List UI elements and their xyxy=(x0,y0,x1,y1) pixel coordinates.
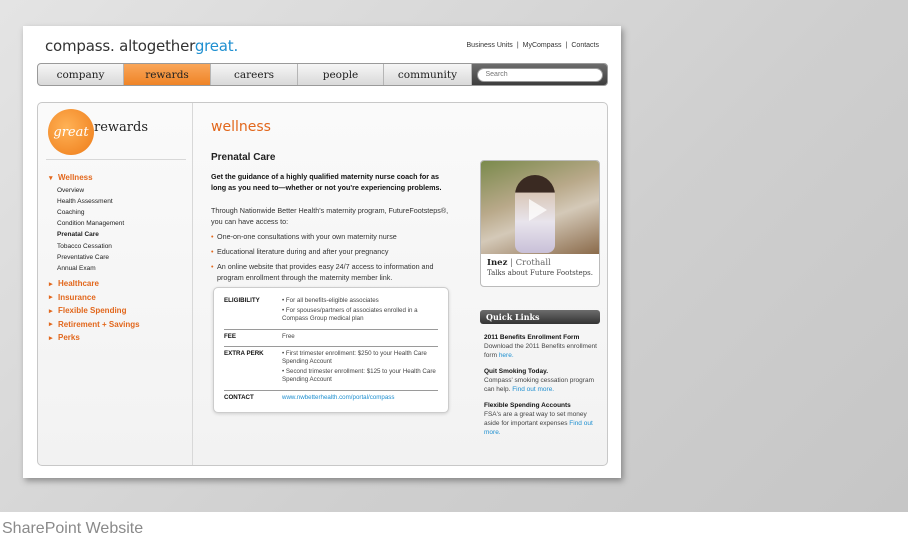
sidebar-divider xyxy=(46,159,186,160)
contact-link[interactable]: www.nwbetterhealth.com/portal/compass xyxy=(282,394,438,402)
table-row: EXTRA PERK • First trimester enrollment:… xyxy=(224,347,438,391)
business-units-link[interactable]: Business Units xyxy=(467,42,513,49)
list-item: Quit Smoking Today. Compass' smoking ces… xyxy=(484,367,604,394)
website-page: compass. altogethergreat. Business Units… xyxy=(23,26,621,478)
great-badge-icon: great xyxy=(48,109,94,155)
row-value: • For spouses/partners of associates enr… xyxy=(282,307,418,323)
sidebar-item-flexible-spending[interactable]: ▸ Flexible Spending xyxy=(49,304,140,318)
sidebar-item-healthcare[interactable]: ▸ Healthcare xyxy=(49,277,140,291)
video-name: Inez xyxy=(487,258,508,268)
sidebar-item-label: Retirement + Savings xyxy=(58,319,140,329)
quick-link-anchor[interactable]: Find out more. xyxy=(512,386,554,393)
sidebar-subitem-preventative-care[interactable]: Preventative Care xyxy=(49,252,140,263)
video-caption: Talks about Future Footsteps. xyxy=(487,269,593,277)
chevron-right-icon: ▸ xyxy=(49,321,53,329)
list-item: One-on-one consultations with your own m… xyxy=(211,232,451,243)
sidebar-item-wellness[interactable]: ▾ Wellness xyxy=(49,171,140,185)
sidebar-subitem-coaching[interactable]: Coaching xyxy=(49,207,140,218)
quick-links-list: 2011 Benefits Enrollment Form Download t… xyxy=(484,333,604,444)
tab-company[interactable]: company xyxy=(38,64,124,85)
sidebar-item-label: Healthcare xyxy=(58,279,99,289)
content-panel: great rewards ▾ Wellness Overview Health … xyxy=(37,102,608,466)
chevron-right-icon: ▸ xyxy=(49,334,53,342)
mycompass-link[interactable]: MyCompass xyxy=(523,42,562,49)
sidebar-item-insurance[interactable]: ▸ Insurance xyxy=(49,291,140,305)
sidebar-item-perks[interactable]: ▸ Perks xyxy=(49,331,140,345)
play-icon[interactable] xyxy=(529,199,547,221)
details-table: ELIGIBILITY • For all benefits-eligible … xyxy=(213,287,449,413)
site-logo[interactable]: compass. altogethergreat. xyxy=(45,37,238,55)
row-value: • Second trimester enrollment: $125 to y… xyxy=(282,368,436,384)
video-org: | Crothall xyxy=(510,258,551,268)
sidebar-subitem-tobacco-cessation[interactable]: Tobacco Cessation xyxy=(49,240,140,251)
list-item: Educational literature during and after … xyxy=(211,247,451,258)
intro-text: Get the guidance of a highly qualified m… xyxy=(211,172,442,192)
table-row: CONTACT www.nwbetterhealth.com/portal/co… xyxy=(224,391,438,407)
section-title: wellness xyxy=(211,119,271,135)
row-value: Free xyxy=(282,332,295,340)
utility-nav: Business Units | MyCompass | Contacts xyxy=(466,42,599,49)
row-value: • First trimester enrollment: $250 to yo… xyxy=(282,349,427,366)
row-label: ELIGIBILITY xyxy=(224,297,260,304)
quick-link-title: 2011 Benefits Enrollment Form xyxy=(484,334,580,341)
tab-rewards[interactable]: rewards xyxy=(124,64,211,85)
page-title: Prenatal Care xyxy=(211,152,276,163)
logo-prefix: compass. altogether xyxy=(45,37,195,55)
sidebar-item-label: Flexible Spending xyxy=(58,306,127,316)
video-thumbnail xyxy=(481,161,599,254)
sidebar-nav: ▾ Wellness Overview Health Assessment Coa… xyxy=(49,171,140,345)
video-card[interactable]: Inez | Crothall Talks about Future Foots… xyxy=(480,160,600,287)
chevron-right-icon: ▸ xyxy=(49,307,53,315)
tab-community[interactable]: community xyxy=(384,64,472,85)
row-label: EXTRA PERK xyxy=(224,349,264,357)
quick-link-anchor[interactable]: here. xyxy=(499,352,514,359)
chevron-right-icon: ▸ xyxy=(49,280,53,288)
logo-accent: great. xyxy=(194,37,239,55)
table-row: ELIGIBILITY • For all benefits-eligible … xyxy=(224,294,438,330)
quick-links-header: Quick Links xyxy=(480,310,600,324)
chevron-right-icon: ▸ xyxy=(49,294,53,302)
benefit-list: One-on-one consultations with your own m… xyxy=(211,232,451,288)
sidebar-subitem-condition-management[interactable]: Condition Management xyxy=(49,218,140,229)
badge-text: great xyxy=(53,124,89,140)
sidebar-item-label: Insurance xyxy=(58,292,96,302)
main-nav: company rewards careers people community xyxy=(37,63,608,86)
sidebar-subitem-overview[interactable]: Overview xyxy=(49,185,140,196)
video-title: Inez | Crothall xyxy=(487,258,551,268)
contacts-link[interactable]: Contacts xyxy=(571,42,599,49)
quick-link-title: Quit Smoking Today. xyxy=(484,368,549,375)
tab-people[interactable]: people xyxy=(298,64,384,85)
tab-careers[interactable]: careers xyxy=(211,64,298,85)
sidebar-item-retirement-savings[interactable]: ▸ Retirement + Savings xyxy=(49,318,140,332)
list-item: Flexible Spending Accounts FSA's are a g… xyxy=(484,401,604,437)
list-item: An online website that provides easy 24/… xyxy=(211,262,451,283)
quick-link-title: Flexible Spending Accounts xyxy=(484,402,571,409)
sidebar-subitem-health-assessment[interactable]: Health Assessment xyxy=(49,196,140,207)
row-label: CONTACT xyxy=(224,393,254,401)
sidebar-subitem-annual-exam[interactable]: Annual Exam xyxy=(49,263,140,274)
row-value: • For all benefits-eligible associates xyxy=(282,297,379,304)
sidebar-item-label: Wellness xyxy=(58,173,93,183)
chevron-down-icon: ▾ xyxy=(49,174,53,182)
sidebar-subitem-prenatal-care[interactable]: Prenatal Care xyxy=(49,229,140,240)
search-input[interactable] xyxy=(476,67,603,82)
search-area xyxy=(472,64,607,85)
sidebar: great rewards ▾ Wellness Overview Health … xyxy=(38,103,193,465)
rewards-brand: rewards xyxy=(94,120,148,135)
list-item: 2011 Benefits Enrollment Form Download t… xyxy=(484,333,604,360)
table-row: FEE Free xyxy=(224,330,438,347)
body-text: Through Nationwide Better Health's mater… xyxy=(211,206,449,226)
image-caption: SharePoint Website xyxy=(2,520,144,537)
sidebar-item-label: Perks xyxy=(58,333,80,343)
row-label: FEE xyxy=(224,332,237,340)
